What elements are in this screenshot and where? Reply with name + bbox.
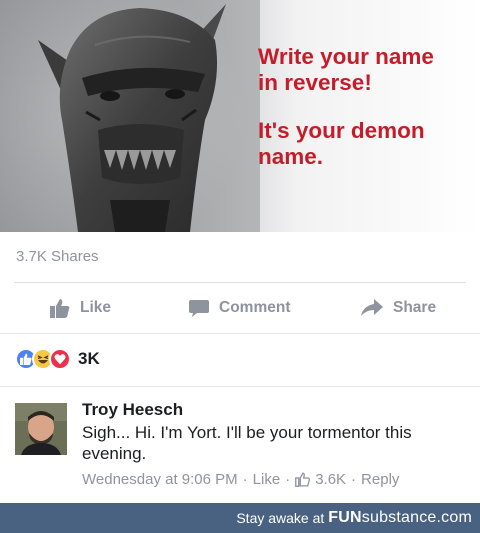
reaction-count: 3K bbox=[78, 349, 100, 368]
watermark-brand: FUNsubstance.com bbox=[328, 509, 472, 527]
brand-bold: FUN bbox=[328, 509, 362, 526]
comment-button[interactable]: Comment bbox=[189, 283, 290, 333]
caption-line: in reverse! bbox=[258, 70, 372, 95]
love-reaction-icon bbox=[49, 348, 71, 370]
meme-caption: Write your name in reverse! It's your de… bbox=[258, 44, 473, 170]
comment-reply-link[interactable]: Reply bbox=[361, 471, 399, 488]
comment-like-count-value: 3.6K bbox=[315, 470, 347, 488]
separator-dot: · bbox=[242, 470, 248, 488]
like-label: Like bbox=[80, 299, 112, 316]
caption-line: name. bbox=[258, 144, 324, 169]
profile-photo-image bbox=[15, 403, 67, 455]
share-arrow-icon bbox=[361, 299, 383, 316]
like-button[interactable]: Like bbox=[50, 283, 111, 333]
divider bbox=[0, 333, 480, 334]
separator-dot: · bbox=[285, 470, 291, 488]
caption-line: It's your demon bbox=[258, 118, 425, 143]
action-bar: Like Comment Share bbox=[0, 283, 480, 333]
caption-line: Write your name bbox=[258, 44, 434, 69]
brand-suffix: .com bbox=[436, 509, 472, 526]
share-count[interactable]: 3.7K Shares bbox=[16, 248, 99, 265]
share-label: Share bbox=[393, 299, 437, 316]
reactions-summary[interactable]: 3K bbox=[15, 347, 100, 371]
divider bbox=[0, 386, 480, 387]
comment-author[interactable]: Troy Heesch bbox=[82, 400, 183, 420]
comment-label: Comment bbox=[219, 299, 291, 316]
comment-like-link[interactable]: Like bbox=[253, 471, 281, 488]
meme-image: Write your name in reverse! It's your de… bbox=[0, 0, 480, 232]
separator-dot: · bbox=[351, 470, 357, 488]
comment-like-count[interactable]: 3.6K bbox=[295, 471, 346, 488]
comment-text: Sigh... Hi. I'm Yort. I'll be your torme… bbox=[82, 423, 412, 463]
thumbs-up-outline-icon bbox=[295, 471, 311, 487]
share-button[interactable]: Share bbox=[361, 283, 436, 333]
brand-rest: substance bbox=[361, 509, 437, 526]
watermark-banner: Stay awake at FUNsubstance.com bbox=[0, 503, 480, 533]
comment-meta: Wednesday at 9:06 PM · Like · 3.6K · Rep… bbox=[82, 469, 399, 489]
avatar[interactable] bbox=[15, 403, 67, 455]
thumbs-up-icon bbox=[50, 299, 70, 318]
comment-timestamp[interactable]: Wednesday at 9:06 PM bbox=[82, 471, 238, 488]
watermark-prefix: Stay awake at bbox=[236, 510, 325, 526]
speech-bubble-icon bbox=[189, 300, 209, 317]
